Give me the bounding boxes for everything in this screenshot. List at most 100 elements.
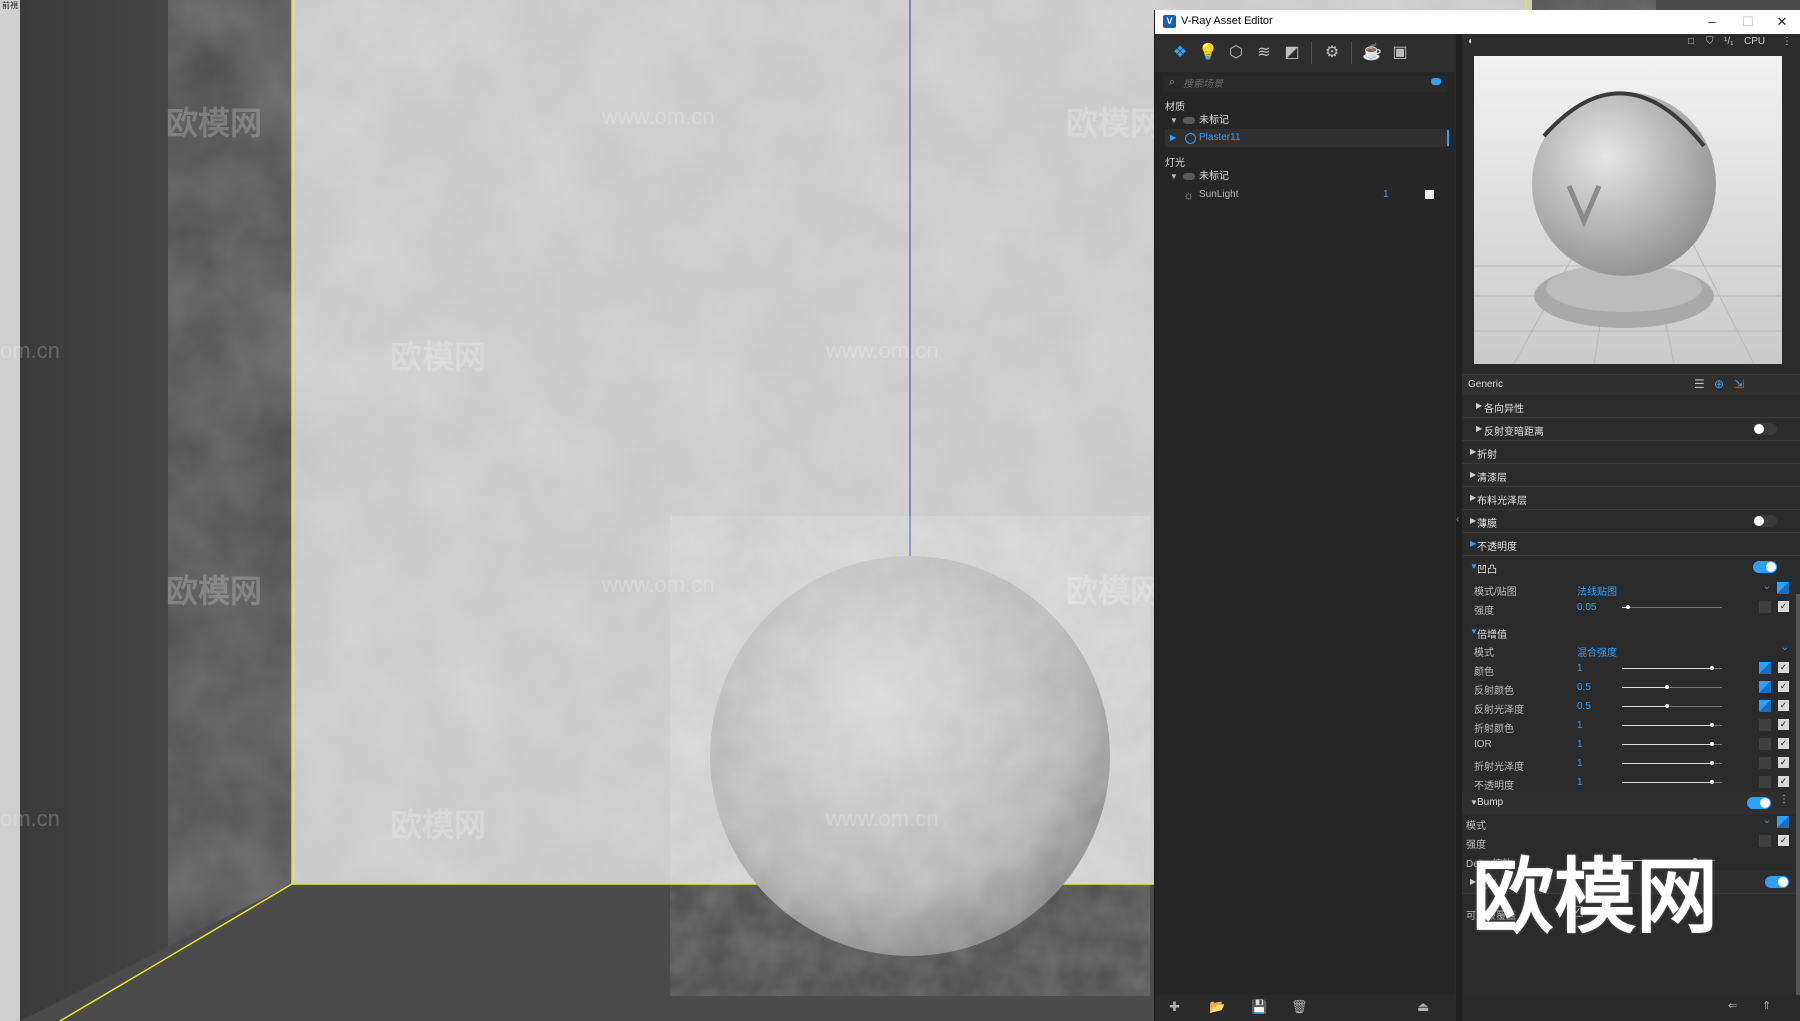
more-options-icon[interactable]: ⋮ <box>1782 36 1792 47</box>
visibility-icon[interactable] <box>1183 173 1195 180</box>
expand-arrow-icon[interactable]: ▶ <box>1170 129 1176 147</box>
add-layer-icon[interactable]: ⊕ <box>1714 377 1724 391</box>
filter-icon[interactable] <box>1431 78 1441 85</box>
section-opacity[interactable]: ▶ 不透明度 <box>1462 533 1800 556</box>
more-options-icon[interactable]: ⋮ <box>1779 794 1789 805</box>
properties-scrollbar[interactable] <box>1796 594 1800 1014</box>
texture-slot-icon[interactable] <box>1759 776 1771 788</box>
purge-icon[interactable]: ⏏ <box>1417 999 1429 1015</box>
texture-slot-icon[interactable] <box>1759 601 1771 613</box>
enable-checkbox[interactable]: ✓ <box>1778 601 1789 612</box>
enable-checkbox[interactable]: ✓ <box>1778 719 1789 730</box>
expand-arrow-icon[interactable]: ▶ <box>1470 470 1476 479</box>
texture-slot-icon[interactable] <box>1759 700 1771 712</box>
retrace-toggle[interactable] <box>1753 423 1777 435</box>
section-retrace[interactable]: ▶ 反射变暗距离 <box>1462 418 1800 441</box>
texture-slot-icon[interactable] <box>1759 738 1771 750</box>
expand-arrow-icon[interactable]: ▶ <box>1470 877 1476 886</box>
can-override-checkbox[interactable]: ✓ <box>1572 906 1583 917</box>
geometry-icon[interactable]: ⬡ <box>1225 42 1247 64</box>
enable-checkbox[interactable]: ✓ <box>1778 662 1789 673</box>
region-icon[interactable]: □ <box>1688 36 1694 47</box>
multiplier-slider[interactable] <box>1622 723 1722 727</box>
materials-icon[interactable]: ❖ <box>1169 42 1191 64</box>
section-binding[interactable]: ▶ 关联 <box>1462 871 1800 894</box>
save-icon[interactable]: 💾 <box>1251 999 1267 1015</box>
visibility-icon[interactable] <box>1183 117 1195 124</box>
material-preview[interactable] <box>1474 56 1782 364</box>
settings-icon[interactable]: ⚙ <box>1321 42 1343 64</box>
open-folder-icon[interactable]: 📂 <box>1209 999 1225 1015</box>
section-sheen[interactable]: ▶ 布料光泽层 <box>1462 487 1800 510</box>
bump2-toggle[interactable] <box>1747 797 1771 809</box>
thin-film-toggle[interactable] <box>1753 515 1777 527</box>
texture-slot-icon[interactable] <box>1777 582 1789 594</box>
search-input[interactable] <box>1183 76 1413 92</box>
multiplier-value[interactable]: 1 <box>1577 739 1583 750</box>
preview-scene-icon[interactable]: ⛉ <box>1706 36 1714 47</box>
delta-scale-slider[interactable] <box>1615 858 1715 862</box>
material-options-icon[interactable]: ⇲ <box>1734 377 1744 391</box>
enable-checkbox[interactable]: ✓ <box>1778 776 1789 787</box>
multiplier-value[interactable]: 1 <box>1577 720 1583 731</box>
expand-arrow-icon[interactable]: ▶ <box>1470 493 1476 502</box>
expand-arrow-icon[interactable]: ▶ <box>1470 539 1476 548</box>
section-refraction[interactable]: ▶ 折射 <box>1462 441 1800 464</box>
multiplier-slider[interactable] <box>1622 761 1722 765</box>
collapse-arrow-icon[interactable]: ‹ <box>1456 514 1459 525</box>
section-anisotropy[interactable]: ▶ 各向异性 <box>1462 395 1800 418</box>
delta-scale-value[interactable]: 1 <box>1570 855 1576 866</box>
expand-arrow-icon[interactable]: ▶ <box>1476 424 1482 433</box>
enable-checkbox[interactable]: ✓ <box>1778 757 1789 768</box>
render-elements-icon[interactable]: ◩ <box>1281 42 1303 64</box>
preview-ratio[interactable]: ¹/₁ <box>1724 36 1733 47</box>
close-button[interactable]: ✕ <box>1767 12 1797 32</box>
texture-slot-icon[interactable] <box>1777 816 1789 828</box>
multiplier-mode-dropdown[interactable]: 混合强度 <box>1577 644 1617 659</box>
expand-arrow-icon[interactable]: ▼ <box>1170 168 1178 186</box>
title-bar[interactable]: V V-Ray Asset Editor – ☐ ✕ <box>1155 10 1800 34</box>
enable-checkbox[interactable]: ✓ <box>1778 835 1789 846</box>
maximize-button[interactable]: ☐ <box>1733 12 1763 32</box>
lights-group-row[interactable]: ▼ 未标记 <box>1165 168 1449 186</box>
multiplier-slider[interactable] <box>1622 685 1722 689</box>
frame-buffer-icon[interactable]: ▣ <box>1389 42 1411 64</box>
preview-menu-icon[interactable]: ◐ <box>1468 36 1474 47</box>
enable-checkbox[interactable]: ✓ <box>1778 681 1789 692</box>
multiplier-value[interactable]: 0.5 <box>1577 682 1591 693</box>
multiplier-slider[interactable] <box>1622 666 1722 670</box>
layers-icon[interactable]: ≋ <box>1253 42 1275 64</box>
sliders-icon[interactable]: ☰ <box>1694 377 1705 391</box>
materials-group-row[interactable]: ▼ 未标记 <box>1165 112 1449 130</box>
multiplier-value[interactable]: 1 <box>1577 777 1583 788</box>
bump-toggle[interactable] <box>1753 561 1777 573</box>
section-bump[interactable]: ▼ 凹凸 <box>1462 556 1800 578</box>
texture-slot-icon[interactable] <box>1759 757 1771 769</box>
up-arrow-icon[interactable]: ⇑ <box>1762 999 1771 1012</box>
bump-mode-dropdown[interactable]: 法线贴图 <box>1577 583 1617 598</box>
chevron-down-icon[interactable]: ⌄ <box>1763 815 1771 826</box>
bump-amount-slider[interactable] <box>1622 605 1722 609</box>
render-device[interactable]: CPU <box>1744 36 1765 47</box>
expand-arrow-icon[interactable]: ▶ <box>1470 447 1476 456</box>
light-color-swatch[interactable] <box>1425 190 1434 199</box>
multiplier-value[interactable]: 0.5 <box>1577 701 1591 712</box>
lights-icon[interactable]: 💡 <box>1197 42 1219 64</box>
enable-checkbox[interactable]: ✓ <box>1778 700 1789 711</box>
material-item-plaster11[interactable]: ▶ Plaster11 <box>1165 129 1449 147</box>
teapot-icon[interactable]: ☕ <box>1361 42 1383 64</box>
light-item-sunlight[interactable]: ☼ SunLight 1 <box>1165 186 1449 204</box>
multiplier-value[interactable]: 1 <box>1577 663 1583 674</box>
back-arrow-icon[interactable]: ⇐ <box>1728 999 1737 1012</box>
chevron-down-icon[interactable]: ⌄ <box>1763 581 1771 592</box>
texture-slot-icon[interactable] <box>1759 662 1771 674</box>
texture-slot-icon[interactable] <box>1759 681 1771 693</box>
bump-amount-value[interactable]: 0.05 <box>1577 602 1596 613</box>
binding-toggle[interactable] <box>1765 876 1789 888</box>
expand-arrow-icon[interactable]: ▶ <box>1476 401 1482 410</box>
texture-slot-icon[interactable] <box>1759 835 1771 847</box>
section-thin-film[interactable]: ▶ 薄膜 <box>1462 510 1800 533</box>
add-asset-icon[interactable]: ✚ <box>1169 999 1180 1015</box>
expand-arrow-icon[interactable]: ▶ <box>1470 516 1476 525</box>
chevron-down-icon[interactable]: ⌄ <box>1781 642 1789 653</box>
